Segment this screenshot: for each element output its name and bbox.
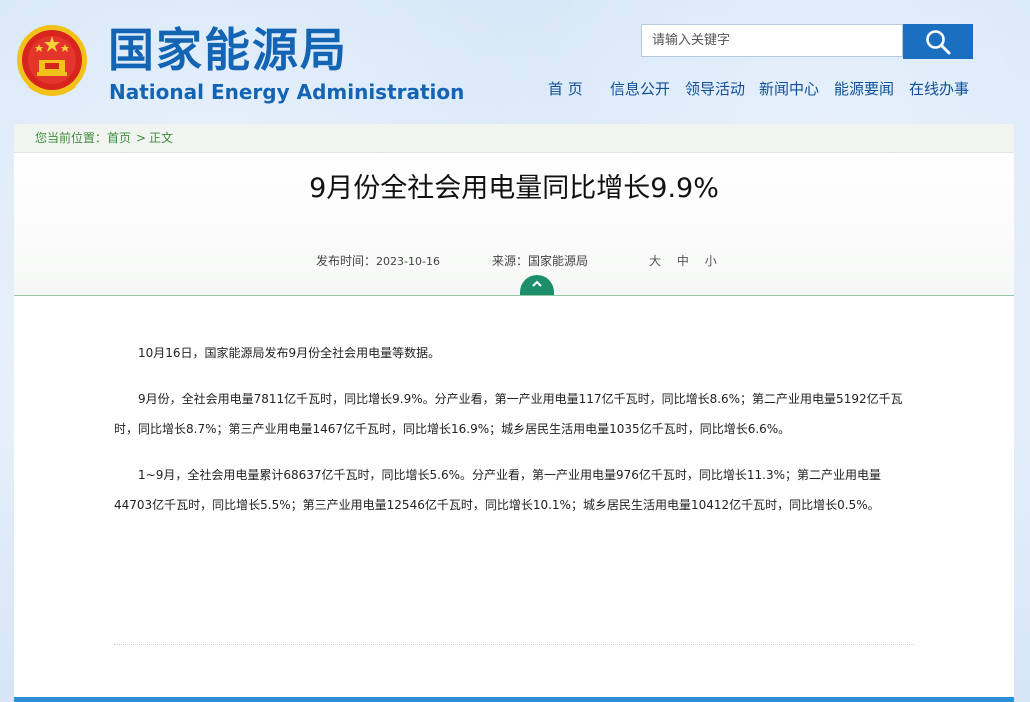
source-name: 国家能源局: [528, 254, 589, 268]
breadcrumb: 您当前位置： 首页 > 正文: [14, 124, 1014, 153]
font-size-large[interactable]: 大: [649, 254, 661, 268]
font-size-small[interactable]: 小: [705, 254, 717, 268]
search-button[interactable]: [903, 24, 973, 59]
publish-label: 发布时间：: [316, 254, 377, 268]
breadcrumb-separator: >: [136, 131, 147, 145]
article-paragraph: 1~9月，全社会用电量累计68637亿千瓦时，同比增长5.6%。分产业看，第一产…: [114, 468, 882, 512]
site-title-cn: 国家能源局: [108, 23, 348, 77]
chevron-up-icon: [532, 280, 542, 287]
font-size-medium[interactable]: 中: [677, 254, 689, 268]
national-emblem-icon: [17, 25, 87, 96]
nav-item-info-disclosure[interactable]: 信息公开: [610, 78, 670, 100]
panel-bottom-edge: [14, 697, 1014, 702]
article-header: 9月份全社会用电量同比增长9.9% 发布时间：2023-10-16 来源：国家能…: [14, 153, 1014, 296]
breadcrumb-home-link[interactable]: 首页: [107, 124, 131, 152]
font-size-controls: 大 中 小: [649, 253, 729, 269]
nav-item-online-services[interactable]: 在线办事: [909, 78, 969, 100]
breadcrumb-current: 正文: [149, 131, 174, 145]
site-title-en: National Energy Administration: [109, 80, 465, 104]
article-body: 10月16日，国家能源局发布9月份全社会用电量等数据。 9月份，全社会用电量78…: [114, 338, 914, 536]
source-label: 来源：: [492, 254, 529, 268]
search-input[interactable]: [641, 24, 903, 57]
article-paragraph: 9月份，全社会用电量7811亿千瓦时，同比增长9.9%。分产业看，第一产业用电量…: [114, 392, 903, 436]
breadcrumb-prefix: 您当前位置：: [35, 131, 108, 145]
article-paragraph: 10月16日，国家能源局发布9月份全社会用电量等数据。: [138, 346, 441, 360]
search-icon: [926, 29, 951, 54]
nav-item-energy-news[interactable]: 能源要闻: [834, 78, 894, 100]
nav-item-home[interactable]: 首 页: [548, 78, 583, 100]
divider: [114, 644, 914, 645]
nav-item-leadership[interactable]: 领导活动: [685, 78, 745, 100]
publish-info: 发布时间：2023-10-16: [316, 253, 440, 270]
publish-date: 2023-10-16: [376, 255, 440, 268]
article-title: 9月份全社会用电量同比增长9.9%: [309, 173, 719, 204]
content-panel: 您当前位置： 首页 > 正文 9月份全社会用电量同比增长9.9% 发布时间：20…: [14, 124, 1014, 702]
nav-item-news-center[interactable]: 新闻中心: [759, 78, 819, 100]
site-header: 国家能源局 National Energy Administration 首 页…: [0, 0, 1030, 125]
source-info: 来源：国家能源局: [492, 253, 588, 269]
